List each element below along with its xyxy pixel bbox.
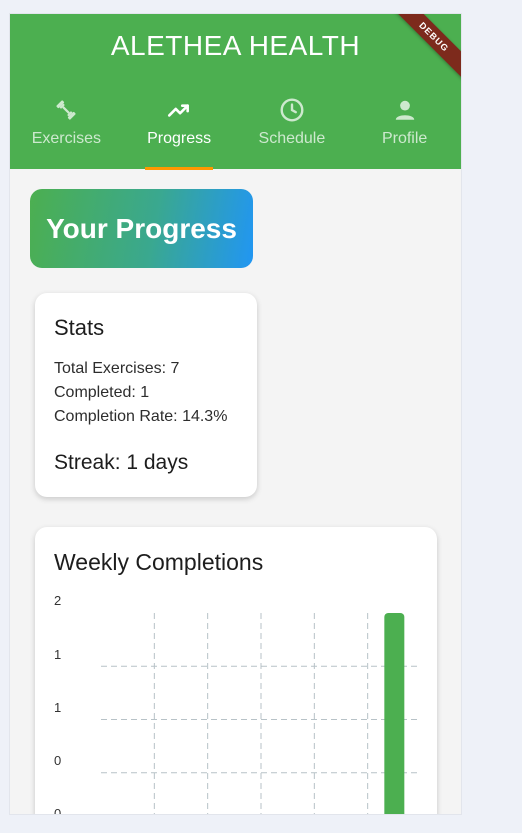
tab-bar: Exercises Progress Schedule Profile	[10, 94, 461, 170]
completed-stat: Completed: 1	[54, 384, 150, 401]
tab-exercises[interactable]: Exercises	[10, 94, 123, 169]
weekly-completions-chart	[101, 613, 421, 814]
app-window: ALETHEA HEALTH DEBUG Exercises Progress …	[10, 14, 461, 814]
clock-icon	[278, 96, 306, 124]
tab-progress[interactable]: Progress	[123, 94, 236, 170]
page-heading: Your Progress	[30, 189, 253, 268]
trending-up-icon	[165, 96, 193, 124]
person-icon	[391, 96, 419, 124]
tab-exercises-label: Exercises	[31, 130, 102, 147]
weekly-completions-card: Weekly Completions 2 1 1 0 0	[35, 527, 437, 814]
tab-profile-label: Profile	[381, 130, 428, 147]
tab-progress-label: Progress	[147, 130, 212, 147]
completion-rate-stat: Completion Rate: 14.3%	[54, 408, 228, 425]
app-title: ALETHEA HEALTH	[110, 30, 361, 61]
active-tab-indicator	[145, 167, 214, 170]
chart-bar	[384, 613, 405, 814]
app-bar: ALETHEA HEALTH DEBUG Exercises Progress …	[10, 14, 461, 170]
streak-stat: Streak: 1 days	[54, 451, 189, 474]
tab-schedule[interactable]: Schedule	[236, 94, 349, 169]
dumbbell-icon	[52, 96, 80, 124]
tab-profile[interactable]: Profile	[348, 94, 461, 169]
tab-schedule-label: Schedule	[258, 130, 326, 147]
stats-title: Stats	[54, 315, 105, 340]
stats-card: Stats Total Exercises: 7 Completed: 1 Co…	[35, 293, 257, 497]
total-exercises-stat: Total Exercises: 7	[54, 360, 180, 377]
